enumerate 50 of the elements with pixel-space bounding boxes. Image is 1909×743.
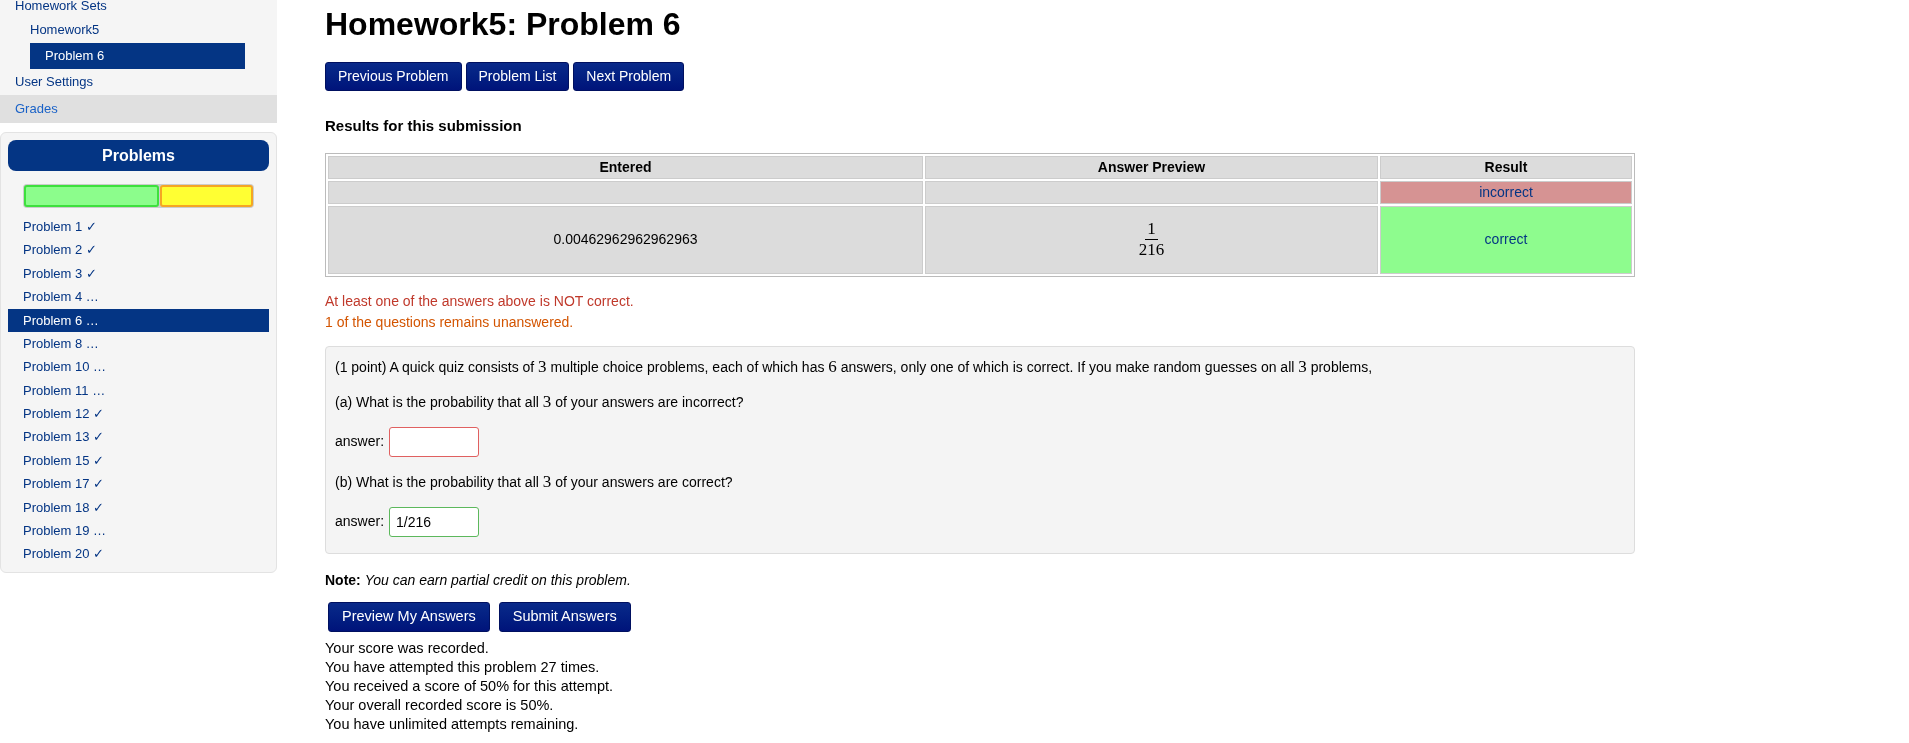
column-header: Entered [328,155,923,179]
nav-link[interactable]: Homework Sets [15,0,107,19]
submit-button[interactable]: Submit Answers [498,601,631,632]
message-text: 1 of the questions remains unanswered. [325,312,575,332]
problems-header: Problems [8,140,269,171]
problem-link[interactable]: Problem 18 ✓ [8,495,269,520]
problem-link[interactable]: Problem 3 ✓ [8,261,269,286]
problem-text: (1 point) A quick quiz consists of 3 multiple choice problems, each of which has 6 answers, only one of which is correct. If you make random guesses on all 3 problems, [335,356,1374,377]
column-header: Result [1380,155,1632,179]
problem-link[interactable]: Problem 15 ✓ [8,448,269,473]
page-title: Homework5: Problem 6 [325,5,682,43]
nav-button[interactable]: Next Problem [573,62,685,91]
message-text: At least one of the answers above is NOT correct. [325,291,635,311]
problem-link[interactable]: Problem 2 ✓ [8,238,269,262]
score-text: You have attempted this problem 27 times. [325,657,601,677]
column-header: Answer Preview [925,155,1378,179]
score-text: You received a score of 50% for this attempt. [325,676,614,696]
problem-link[interactable]: Problem 13 ✓ [8,425,269,449]
result-cell: incorrect [1380,180,1632,204]
nav-link[interactable]: Problem 6 [30,43,245,69]
answer-label: answer: [335,512,385,531]
score-text: You have unlimited attempts remaining. [325,714,580,734]
result-cell: correct [1380,205,1632,274]
problem-link[interactable]: Problem 19 … [8,519,269,543]
table-cell: 0.00462962962962963 [328,205,923,274]
question-text: (b) What is the probability that all 3 of your answers are correct? [335,471,734,492]
score-text: Your overall recorded score is 50%. [325,695,555,715]
answer-field[interactable]: 1/216 [389,506,480,537]
problem-link[interactable]: Problem 1 ✓ [8,215,269,239]
problem-link[interactable]: Problem 12 ✓ [8,402,269,426]
note-text: Note: You can earn partial credit on this problem. [325,570,632,590]
nav-link[interactable]: Homework5 [30,17,100,43]
nav-link[interactable]: User Settings [15,69,94,95]
problem-link[interactable]: Problem 8 … [8,331,269,356]
question-text: (a) What is the probability that all 3 of your answers are incorrect? [335,391,745,412]
submit-button[interactable]: Preview My Answers [328,601,490,632]
problem-link[interactable]: Problem 6 … [8,308,269,332]
nav-button[interactable]: Problem List [465,62,570,91]
score-text: Your score was recorded. [325,638,490,658]
fraction: 1 216 [1137,219,1166,260]
problem-link[interactable]: Problem 20 ✓ [8,542,269,566]
problem-link[interactable]: Problem 10 … [8,355,269,379]
nav-link[interactable]: Grades [15,96,58,122]
problem-link[interactable]: Problem 11 … [8,378,269,403]
answer-label: answer: [335,432,385,451]
problem-link[interactable]: Problem 4 … [8,285,269,309]
answer-field[interactable] [389,426,480,457]
results-heading: Results for this submission [325,116,523,136]
problem-link[interactable]: Problem 17 ✓ [8,472,269,496]
nav-button[interactable]: Previous Problem [325,62,462,91]
